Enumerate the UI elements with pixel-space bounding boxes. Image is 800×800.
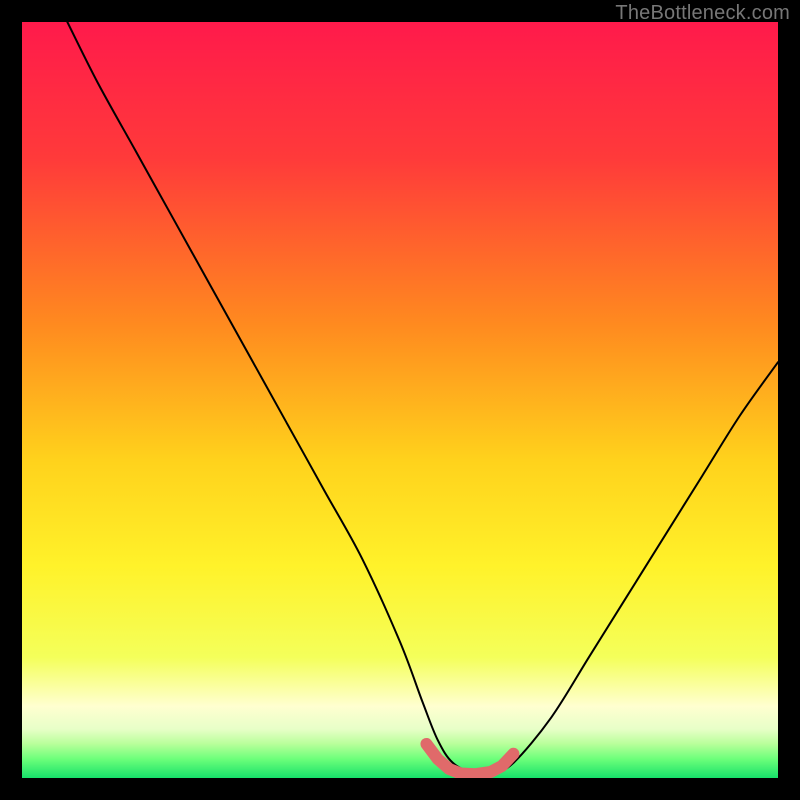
plot-area [22,22,778,778]
gradient-background [22,22,778,778]
bottleneck-chart [22,22,778,778]
chart-frame: TheBottleneck.com [0,0,800,800]
